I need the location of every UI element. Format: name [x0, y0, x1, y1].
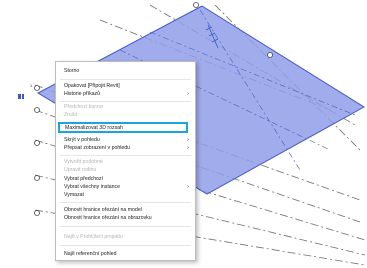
- menu-separator: [60, 155, 191, 156]
- grid-bubble-icon: [34, 107, 40, 113]
- menu-item-maximize-3d-extents[interactable]: Maximalizovat 3D rozsah: [58, 122, 188, 133]
- menu-item-find-referring-views[interactable]: Najít referenční pohled: [64, 251, 189, 258]
- menu-item-select-previous[interactable]: Vybrat předchozí: [64, 176, 189, 183]
- menu-separator: [60, 101, 191, 102]
- menu-item-reset-crop-to-screen[interactable]: Obnovit hranice ořezání na obrazovku: [64, 215, 189, 222]
- menu-item-hide-in-view[interactable]: Skrýt v pohledu ›: [64, 137, 189, 144]
- context-menu: Storno Opakovat [Připojit Revit] Histori…: [55, 61, 196, 261]
- submenu-arrow-icon: ›: [187, 184, 189, 190]
- submenu-arrow-icon: ›: [187, 91, 189, 97]
- menu-item-command-history[interactable]: Historie příkazů ›: [64, 91, 189, 98]
- menu-separator: [60, 79, 191, 80]
- submenu-arrow-icon: ›: [187, 145, 189, 151]
- level-tag: 1: [30, 83, 33, 88]
- menu-item-find-in-project-browser[interactable]: Najít v Prohlížeči projektu: [64, 234, 189, 241]
- menu-item-create-similar[interactable]: Vytvořit podobné: [64, 159, 189, 166]
- menu-item-delete[interactable]: Vymazat: [64, 192, 189, 199]
- menu-item-previous-cursor[interactable]: Předchozí kurzor: [64, 104, 189, 111]
- grid-bubble-icon: [34, 140, 40, 146]
- menu-item-cancel[interactable]: Zrušit: [64, 112, 189, 119]
- menu-item-reset-crop-to-model[interactable]: Obnovit hranice ořezání na model: [64, 207, 189, 214]
- submenu-arrow-icon: ›: [187, 137, 189, 143]
- menu-item-select-all-instances[interactable]: Vybrat všechny instance ›: [64, 184, 189, 191]
- level-marker-icon: [18, 94, 24, 99]
- grid-bubble-icon: [34, 210, 40, 216]
- menu-item-override-graphics[interactable]: Přepsat zobrazení v pohledu ›: [64, 145, 189, 152]
- grid-bubble-icon: [193, 2, 199, 8]
- menu-separator: [60, 202, 191, 203]
- menu-item-edit-family[interactable]: Upravit rodinu: [64, 167, 189, 174]
- menu-item-label: Maximalizovat 3D rozsah: [65, 125, 123, 131]
- menu-item-storno[interactable]: Storno: [64, 68, 189, 75]
- grid-bubble-icon: [34, 175, 40, 181]
- grid-bubble-icon: [267, 52, 273, 58]
- menu-item-repeat[interactable]: Opakovat [Připojit Revit]: [64, 83, 189, 90]
- grid-bubble-icon: [34, 85, 40, 91]
- menu-separator: [60, 226, 191, 227]
- menu-separator: [60, 245, 191, 246]
